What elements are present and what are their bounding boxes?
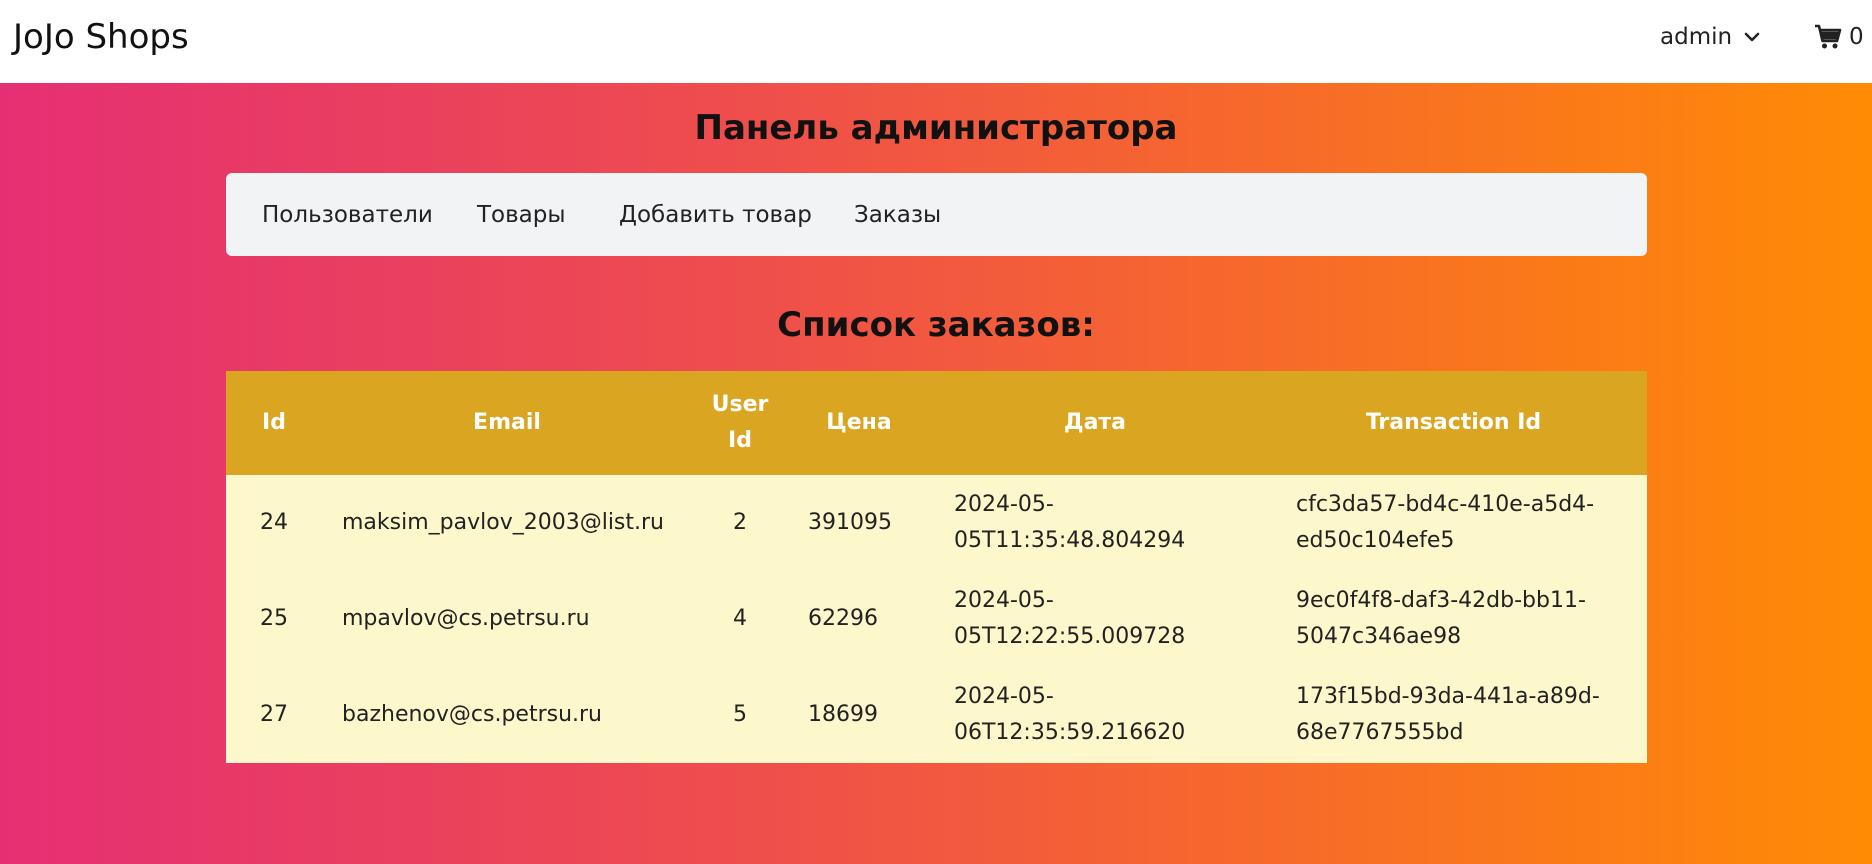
order-user-id-cell: 5 — [692, 667, 788, 763]
user-menu-dropdown[interactable]: admin — [1660, 20, 1760, 54]
admin-nav-panel: Пользователи Товары Добавить товар Заказ… — [226, 173, 1647, 256]
column-header-price: Цена — [788, 371, 930, 475]
order-email-cell: maksim_pavlov_2003@list.ru — [322, 475, 692, 571]
order-price-cell: 18699 — [788, 667, 930, 763]
order-date-cell: 2024-05-05T11:35:48.804294 — [930, 475, 1260, 571]
column-header-id: Id — [226, 371, 322, 475]
order-email-cell: bazhenov@cs.petrsu.ru — [322, 667, 692, 763]
table-row: 24 maksim_pavlov_2003@list.ru 2 391095 2… — [226, 475, 1647, 571]
order-price-cell: 391095 — [788, 475, 930, 571]
table-header-row: Id Email User Id Цена Дата Transaction I… — [226, 371, 1647, 475]
cart-button[interactable]: 0 — [1814, 20, 1864, 54]
column-header-user-id: User Id — [692, 371, 788, 475]
nav-link-add-product[interactable]: Добавить товар — [619, 199, 812, 231]
table-row: 25 mpavlov@cs.petrsu.ru 4 62296 2024-05-… — [226, 571, 1647, 667]
order-transaction-id-cell: cfc3da57-bd4c-410e-a5d4-ed50c104efe5 — [1260, 475, 1647, 571]
page-title: Панель администратора — [694, 108, 1178, 148]
orders-table: Id Email User Id Цена Дата Transaction I… — [226, 371, 1647, 763]
column-header-transaction-id: Transaction Id — [1260, 371, 1647, 475]
top-navbar: JoJo Shops admin 0 — [0, 0, 1872, 83]
shopping-cart-icon — [1815, 24, 1842, 49]
nav-link-products[interactable]: Товары — [477, 199, 566, 231]
order-transaction-id-cell: 173f15bd-93da-441a-a89d-68e7767555bd — [1260, 667, 1647, 763]
order-user-id-cell: 2 — [692, 475, 788, 571]
nav-link-orders[interactable]: Заказы — [854, 199, 941, 231]
order-date-cell: 2024-05-06T12:35:59.216620 — [930, 667, 1260, 763]
chevron-down-icon — [1744, 32, 1760, 42]
order-date-cell: 2024-05-05T12:22:55.009728 — [930, 571, 1260, 667]
column-header-date: Дата — [930, 371, 1260, 475]
order-id-cell: 25 — [226, 571, 322, 667]
order-email-cell: mpavlov@cs.petrsu.ru — [322, 571, 692, 667]
order-user-id-cell: 4 — [692, 571, 788, 667]
order-id-cell: 27 — [226, 667, 322, 763]
cart-count: 0 — [1849, 24, 1864, 50]
table-row: 27 bazhenov@cs.petrsu.ru 5 18699 2024-05… — [226, 667, 1647, 763]
orders-list-title: Список заказов: — [777, 305, 1095, 345]
user-menu-label: admin — [1660, 24, 1733, 50]
column-header-email: Email — [322, 371, 692, 475]
order-id-cell: 24 — [226, 475, 322, 571]
nav-link-users[interactable]: Пользователи — [262, 199, 433, 231]
brand-logo[interactable]: JoJo Shops — [13, 14, 189, 60]
main-content: Панель администратора Пользователи Товар… — [0, 83, 1872, 864]
order-transaction-id-cell: 9ec0f4f8-daf3-42db-bb11-5047c346ae98 — [1260, 571, 1647, 667]
order-price-cell: 62296 — [788, 571, 930, 667]
